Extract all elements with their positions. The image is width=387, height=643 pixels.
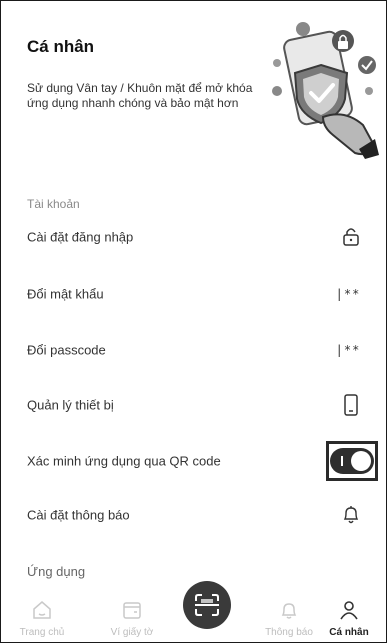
setting-login-label: Cài đặt đăng nhập <box>27 229 134 245</box>
nav-wallet-label: Ví giấy tờ <box>110 627 154 638</box>
user-icon <box>340 601 358 620</box>
setting-device-management-label: Quản lý thiết bị <box>27 397 114 413</box>
nav-profile[interactable]: Cá nhân <box>314 591 384 642</box>
home-icon <box>33 601 51 619</box>
qr-verification-toggle[interactable] <box>326 441 378 481</box>
biometric-promo-text: Sử dụng Vân tay / Khuôn mặt để mở khóa ứ… <box>27 81 253 110</box>
setting-device-management[interactable]: Quản lý thiết bị <box>1 378 386 432</box>
nav-wallet[interactable]: Ví giấy tờ <box>97 591 167 642</box>
section-account-label: Tài khoản <box>27 197 80 211</box>
section-apps-label: Ứng dụng <box>27 564 86 579</box>
setting-change-password-label: Đổi mật khẩu <box>27 286 104 302</box>
setting-login[interactable]: Cài đặt đăng nhập <box>1 210 386 264</box>
toggle-on-mark <box>341 456 343 466</box>
passcode-mask-icon: |** <box>335 343 361 357</box>
page-title: Cá nhân <box>27 37 95 56</box>
bell-icon <box>281 603 297 619</box>
phone-icon <box>338 392 364 418</box>
lock-icon <box>338 224 364 250</box>
nav-home[interactable]: Trang chủ <box>7 591 77 642</box>
setting-notifications[interactable]: Cài đặt thông báo <box>1 488 386 542</box>
toggle-track <box>330 448 374 474</box>
scan-button[interactable] <box>183 581 231 629</box>
security-shield-illustration-icon <box>272 22 379 159</box>
setting-change-password[interactable]: Đổi mật khẩu |** <box>1 267 386 321</box>
toggle-knob <box>351 451 371 471</box>
setting-notifications-label: Cài đặt thông báo <box>27 507 130 523</box>
setting-qr-verification: Xác minh ứng dụng qua QR code <box>1 434 386 488</box>
profile-header: Cá nhân Sử dụng Vân tay / Khuôn mặt để m… <box>1 1 386 173</box>
nav-profile-label: Cá nhân <box>329 627 369 638</box>
setting-change-passcode[interactable]: Đổi passcode |** <box>1 323 386 377</box>
wallet-icon <box>123 602 141 619</box>
setting-qr-verification-label: Xác minh ứng dụng qua QR code <box>27 453 221 469</box>
nav-home-label: Trang chủ <box>19 627 65 638</box>
scan-icon <box>195 594 219 616</box>
password-mask-icon: |** <box>335 287 361 301</box>
screen: Cá nhân Sử dụng Vân tay / Khuôn mặt để m… <box>0 0 387 643</box>
setting-change-passcode-label: Đổi passcode <box>27 342 106 358</box>
bell-icon <box>338 502 364 528</box>
